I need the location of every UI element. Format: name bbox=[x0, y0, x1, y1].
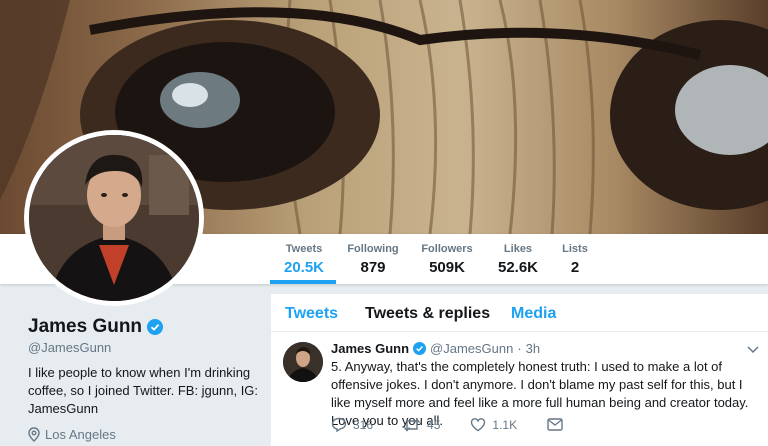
like-heart-icon bbox=[471, 418, 486, 432]
retweet-icon bbox=[403, 417, 421, 432]
avatar-photo bbox=[29, 135, 199, 301]
tweet-timestamp[interactable]: 3h bbox=[526, 341, 540, 356]
reply-button[interactable]: 316 bbox=[331, 417, 373, 432]
stat-value: 20.5K bbox=[283, 259, 325, 276]
profile-handle[interactable]: @JamesGunn bbox=[28, 340, 111, 355]
stat-tweets[interactable]: Tweets 20.5K bbox=[280, 243, 328, 276]
stat-value: 879 bbox=[360, 259, 386, 276]
stat-label: Likes bbox=[503, 243, 533, 255]
like-count: 1.1K bbox=[492, 417, 518, 432]
retweet-button[interactable]: 45 bbox=[403, 418, 440, 432]
tab-tweets[interactable]: Tweets bbox=[285, 305, 338, 323]
profile-avatar[interactable] bbox=[24, 130, 204, 306]
tweet-author-handle[interactable]: @JamesGunn bbox=[430, 341, 513, 356]
stat-value: 52.6K bbox=[497, 259, 539, 276]
verified-badge-icon bbox=[147, 319, 164, 335]
stat-value: 2 bbox=[570, 259, 580, 276]
profile-location-text: Los Angeles bbox=[45, 427, 116, 442]
direct-message-icon bbox=[547, 418, 563, 431]
profile-name-text: James Gunn bbox=[28, 316, 143, 337]
profile-bio: I like people to know when I'm drinking … bbox=[28, 365, 259, 416]
tweet[interactable]: James Gunn @JamesGunn · 3h 5. Anyway, th… bbox=[271, 333, 768, 446]
verified-badge-icon bbox=[413, 342, 427, 355]
tweet-avatar-photo bbox=[283, 342, 323, 382]
tweet-author-name[interactable]: James Gunn bbox=[331, 341, 409, 356]
stat-value: 509K bbox=[429, 259, 465, 276]
profile-location: Los Angeles bbox=[28, 427, 116, 442]
tweet-separator: · bbox=[517, 341, 522, 356]
reply-count: 316 bbox=[353, 417, 374, 432]
tweet-header: James Gunn @JamesGunn · 3h bbox=[331, 341, 540, 356]
stat-label: Following bbox=[347, 243, 399, 255]
stat-label: Lists bbox=[562, 243, 588, 255]
tab-tweets-and-replies[interactable]: Tweets & replies bbox=[365, 305, 490, 323]
stat-label: Tweets bbox=[285, 243, 323, 255]
stat-following[interactable]: Following 879 bbox=[344, 243, 402, 276]
direct-message-button[interactable] bbox=[547, 418, 563, 431]
stat-followers[interactable]: Followers 509K bbox=[418, 243, 476, 276]
stat-likes[interactable]: Likes 52.6K bbox=[494, 243, 542, 276]
profile-name: James Gunn bbox=[28, 316, 164, 338]
like-button[interactable]: 1.1K bbox=[470, 417, 517, 432]
tab-media[interactable]: Media bbox=[511, 305, 556, 323]
tweet-author-avatar[interactable] bbox=[283, 342, 323, 382]
stat-lists[interactable]: Lists 2 bbox=[556, 243, 594, 276]
timeline-tabs: Tweets Tweets & replies Media bbox=[271, 294, 768, 332]
reply-icon bbox=[331, 417, 347, 432]
stat-label: Followers bbox=[421, 243, 473, 255]
timeline: Tweets Tweets & replies Media James Gunn… bbox=[270, 294, 768, 446]
location-pin-icon bbox=[28, 427, 40, 442]
active-stat-underline bbox=[270, 280, 336, 284]
tweet-actions: 316 45 1.1K bbox=[331, 417, 593, 432]
retweet-count: 45 bbox=[427, 417, 441, 432]
caret-down-icon[interactable] bbox=[745, 341, 761, 357]
